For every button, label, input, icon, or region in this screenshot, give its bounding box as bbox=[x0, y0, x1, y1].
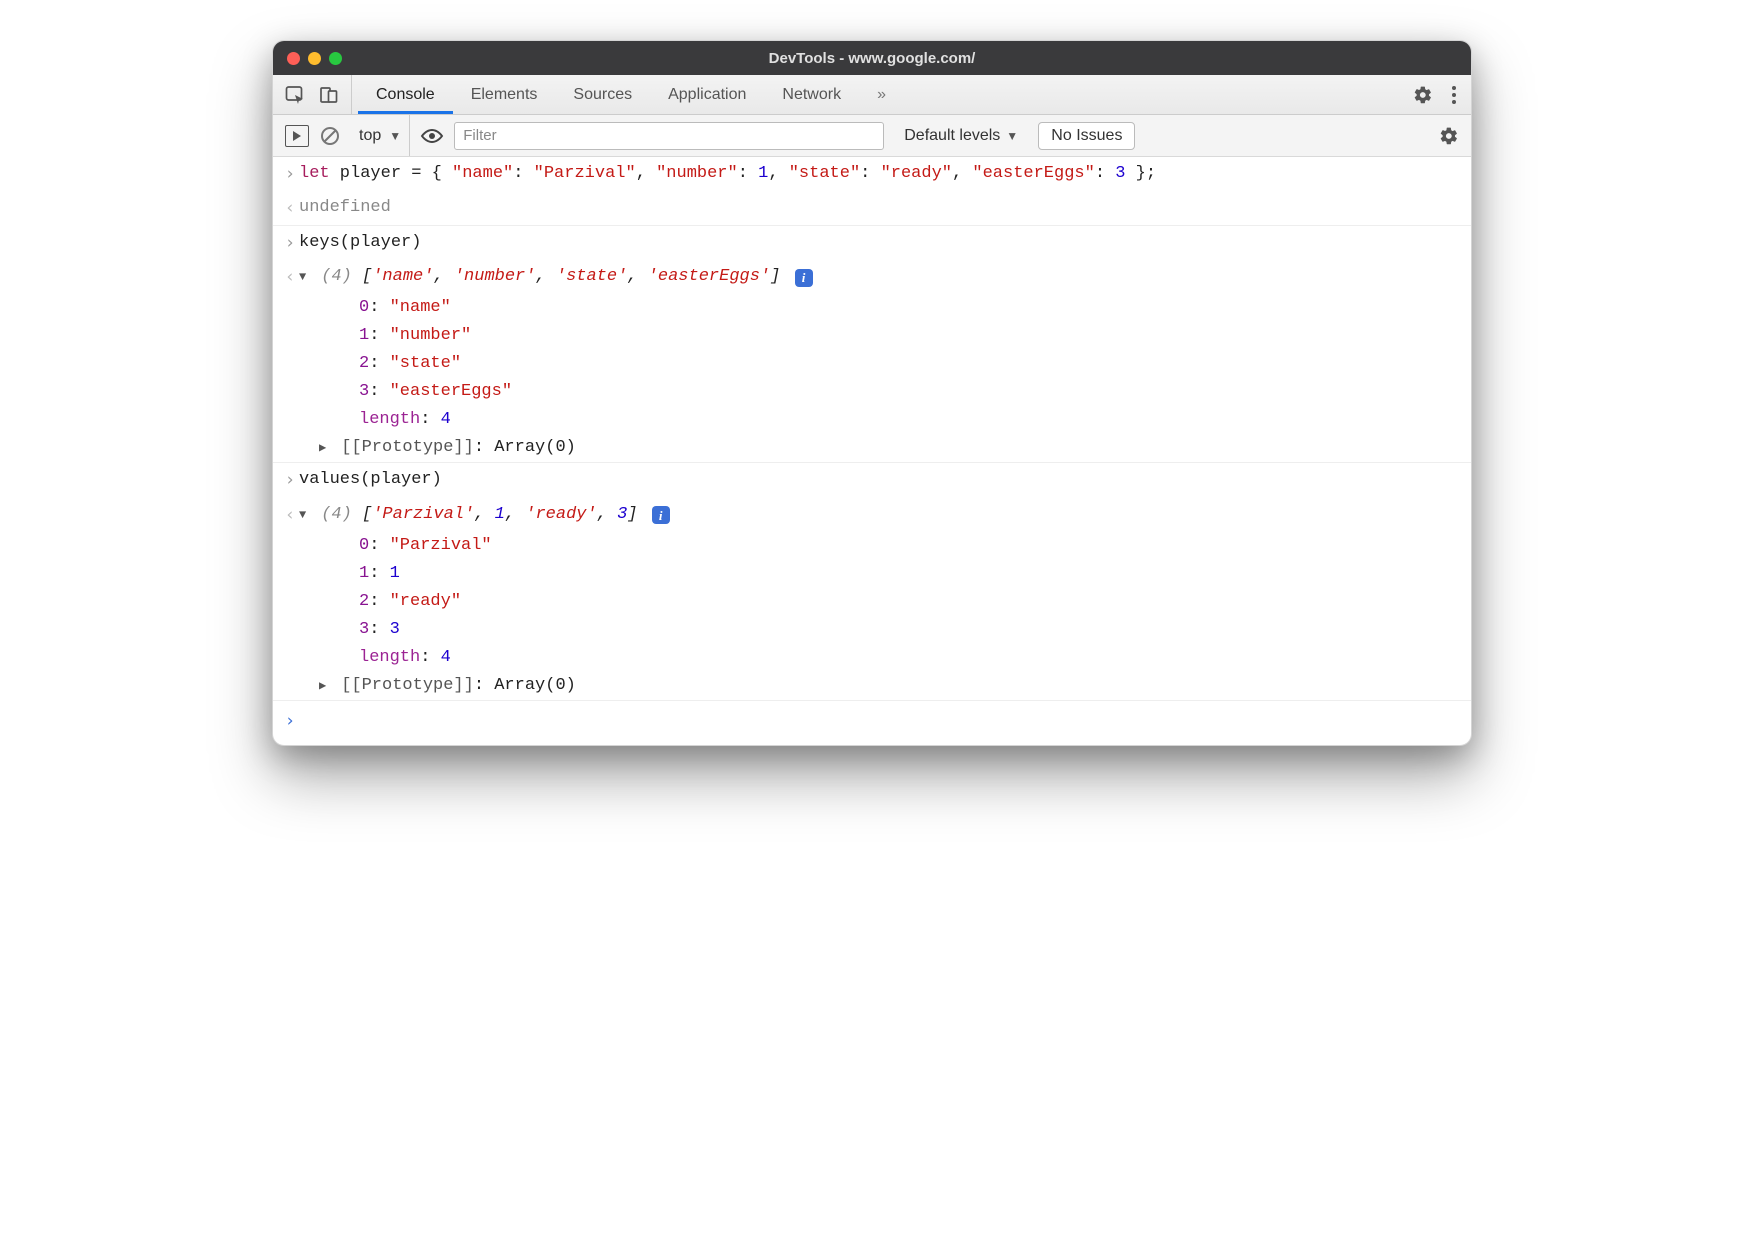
console-result-row: ‹ (4) ['Parzival', 1, 'ready', 3] i bbox=[273, 498, 1471, 532]
console-toolbar: top ▼ Default levels ▼ No Issues bbox=[273, 115, 1471, 157]
tab-console[interactable]: Console bbox=[358, 75, 453, 114]
input-chevron-icon: › bbox=[281, 466, 299, 494]
console-input-row: › keys(player) bbox=[273, 225, 1471, 260]
tabs: Console Elements Sources Application Net… bbox=[358, 75, 904, 114]
dropdown-triangle-icon: ▼ bbox=[389, 129, 401, 143]
array-length: length: 4 bbox=[273, 644, 1471, 672]
dropdown-triangle-icon: ▼ bbox=[1006, 129, 1018, 143]
expand-toggle-icon[interactable] bbox=[319, 439, 331, 459]
console-code: let player = { "name": "Parzival", "numb… bbox=[299, 160, 1463, 188]
close-window-button[interactable] bbox=[287, 52, 300, 65]
output-chevron-icon: ‹ bbox=[281, 501, 299, 529]
input-chevron-icon: › bbox=[281, 229, 299, 257]
console-code: keys(player) bbox=[299, 229, 1463, 257]
array-entry: 1: "number" bbox=[273, 322, 1471, 350]
filter-input[interactable] bbox=[454, 122, 884, 150]
array-entry: 2: "state" bbox=[273, 350, 1471, 378]
console-prompt[interactable]: › bbox=[273, 700, 1471, 745]
devtools-window: DevTools - www.google.com/ Console Eleme… bbox=[272, 40, 1472, 746]
execution-context-selector[interactable]: top ▼ bbox=[351, 115, 410, 156]
log-level-label: Default levels bbox=[904, 127, 1000, 145]
array-entry: 3: "easterEggs" bbox=[273, 378, 1471, 406]
console-output: › let player = { "name": "Parzival", "nu… bbox=[273, 157, 1471, 745]
input-chevron-icon: › bbox=[281, 160, 299, 188]
clear-console-icon[interactable] bbox=[319, 125, 341, 147]
tab-sources[interactable]: Sources bbox=[555, 75, 650, 114]
array-entry: 2: "ready" bbox=[273, 588, 1471, 616]
tab-network[interactable]: Network bbox=[764, 75, 859, 114]
inspect-element-icon[interactable] bbox=[285, 85, 305, 105]
undefined-result: undefined bbox=[299, 194, 1463, 222]
traffic-lights bbox=[273, 52, 342, 65]
tabs-overflow-button[interactable]: » bbox=[859, 75, 904, 114]
window-title: DevTools - www.google.com/ bbox=[273, 50, 1471, 67]
console-result-row: ‹ undefined bbox=[273, 191, 1471, 225]
fullscreen-window-button[interactable] bbox=[329, 52, 342, 65]
array-entry: 0: "name" bbox=[273, 294, 1471, 322]
array-entry: 3: 3 bbox=[273, 616, 1471, 644]
expand-toggle-icon[interactable] bbox=[299, 268, 311, 288]
expand-toggle-icon[interactable] bbox=[299, 506, 311, 526]
info-badge-icon[interactable]: i bbox=[652, 506, 670, 524]
execution-context-label: top bbox=[359, 127, 381, 145]
tab-elements[interactable]: Elements bbox=[453, 75, 556, 114]
live-expression-icon[interactable] bbox=[420, 128, 444, 144]
prototype-row[interactable]: [[Prototype]]: Array(0) bbox=[273, 434, 1471, 462]
array-length: length: 4 bbox=[273, 406, 1471, 434]
minimize-window-button[interactable] bbox=[308, 52, 321, 65]
array-entry: 1: 1 bbox=[273, 560, 1471, 588]
array-entry: 0: "Parzival" bbox=[273, 532, 1471, 560]
main-tab-bar: Console Elements Sources Application Net… bbox=[273, 75, 1471, 115]
array-summary[interactable]: (4) ['name', 'number', 'state', 'easterE… bbox=[299, 263, 1463, 291]
prototype-row[interactable]: [[Prototype]]: Array(0) bbox=[273, 672, 1471, 700]
output-chevron-icon: ‹ bbox=[281, 263, 299, 291]
issues-button[interactable]: No Issues bbox=[1038, 122, 1135, 150]
titlebar: DevTools - www.google.com/ bbox=[273, 41, 1471, 75]
output-chevron-icon: ‹ bbox=[281, 194, 299, 222]
prompt-chevron-icon: › bbox=[281, 707, 299, 735]
info-badge-icon[interactable]: i bbox=[795, 269, 813, 287]
array-summary[interactable]: (4) ['Parzival', 1, 'ready', 3] i bbox=[299, 501, 1463, 529]
prompt-input-area[interactable] bbox=[299, 707, 1463, 735]
console-input-row: › let player = { "name": "Parzival", "nu… bbox=[273, 157, 1471, 191]
console-settings-gear-icon[interactable] bbox=[1439, 126, 1459, 146]
device-toolbar-icon[interactable] bbox=[319, 85, 339, 105]
console-input-row: › values(player) bbox=[273, 462, 1471, 497]
settings-gear-icon[interactable] bbox=[1413, 85, 1433, 105]
expand-toggle-icon[interactable] bbox=[319, 677, 331, 697]
log-level-selector[interactable]: Default levels ▼ bbox=[894, 127, 1028, 145]
kebab-menu-icon[interactable] bbox=[1451, 85, 1457, 105]
tab-application[interactable]: Application bbox=[650, 75, 764, 114]
console-sidebar-toggle-icon[interactable] bbox=[285, 125, 309, 147]
console-result-row: ‹ (4) ['name', 'number', 'state', 'easte… bbox=[273, 260, 1471, 294]
console-code: values(player) bbox=[299, 466, 1463, 494]
